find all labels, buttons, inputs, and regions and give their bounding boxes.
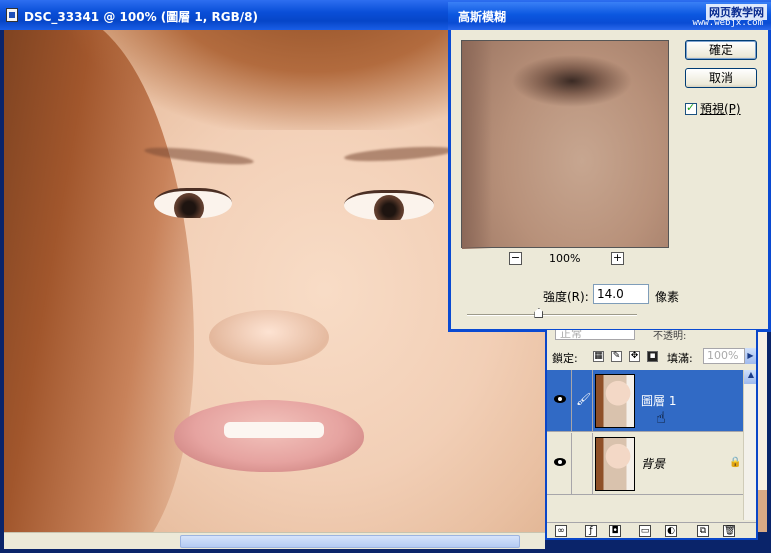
layer-thumbnail bbox=[595, 374, 635, 428]
layer-name: 背景 bbox=[641, 457, 666, 471]
lock-row: 鎖定: ▦ ✎ ✥ ▪ 填滿: 100% ▶ bbox=[547, 346, 756, 368]
layer-link-cell[interactable] bbox=[573, 433, 593, 494]
photo-eye-left bbox=[154, 188, 232, 218]
lock-transparent-icon[interactable]: ▦ bbox=[593, 351, 604, 362]
layer-row[interactable]: 🖌 圖層 1 bbox=[547, 370, 743, 432]
lock-pixels-icon[interactable]: ✎ bbox=[611, 351, 622, 362]
photo-eye-right bbox=[344, 190, 434, 220]
hand-cursor-icon: ☝ bbox=[656, 408, 666, 427]
layer-visibility-toggle[interactable] bbox=[548, 433, 572, 494]
radius-input[interactable]: 14.0 bbox=[593, 284, 649, 304]
eye-icon bbox=[554, 458, 566, 466]
photo-nose bbox=[209, 310, 329, 365]
radius-label: 強度(R): bbox=[543, 290, 589, 304]
lock-position-icon[interactable]: ✥ bbox=[629, 351, 640, 362]
blur-preview[interactable] bbox=[461, 40, 669, 249]
ok-button[interactable]: 確定 bbox=[685, 40, 757, 60]
horizontal-scrollbar[interactable] bbox=[4, 532, 545, 549]
brush-icon: 🖌 bbox=[576, 392, 592, 406]
preview-checkbox[interactable] bbox=[685, 101, 697, 115]
layers-panel: 正常 不透明: 鎖定: ▦ ✎ ✥ ▪ 填滿: 100% ▶ 🖌 圖層 1 背景… bbox=[545, 330, 758, 540]
fill-input[interactable]: 100% bbox=[703, 348, 745, 364]
lock-label: 鎖定: bbox=[552, 352, 578, 365]
layer-name: 圖層 1 bbox=[641, 394, 677, 408]
link-layers-icon[interactable]: ∞ bbox=[555, 525, 567, 537]
lock-all-icon[interactable]: ▪ bbox=[647, 351, 658, 362]
preview-checkbox-row[interactable]: 預視(P) bbox=[685, 100, 741, 117]
opacity-label: 不透明: bbox=[653, 331, 687, 342]
layer-link-cell[interactable]: 🖌 bbox=[573, 370, 593, 431]
layer-row[interactable]: 背景 🔒 bbox=[547, 433, 743, 495]
document-icon bbox=[6, 8, 18, 22]
new-group-icon[interactable]: ▭ bbox=[639, 525, 651, 537]
trash-icon[interactable]: 🗑 bbox=[723, 525, 735, 537]
layer-thumbnail bbox=[595, 437, 635, 491]
layers-footer: ∞ ƒ ◘ ▭ ◐ ⧉ 🗑 bbox=[547, 522, 756, 538]
gaussian-blur-dialog: 高斯模糊 网页教学网 www.webjx.com − 100% + 確定 取消 … bbox=[448, 2, 771, 332]
radius-slider-thumb[interactable] bbox=[534, 308, 544, 318]
layer-style-icon[interactable]: ƒ bbox=[585, 525, 597, 537]
photo-eyebrow-right bbox=[343, 144, 455, 164]
dialog-titlebar[interactable]: 高斯模糊 网页教学网 www.webjx.com bbox=[448, 2, 771, 30]
photo-teeth bbox=[224, 422, 324, 438]
dialog-title: 高斯模糊 bbox=[458, 10, 507, 24]
adjustment-layer-icon[interactable]: ◐ bbox=[665, 525, 677, 537]
layers-scrollbar[interactable]: ▲ bbox=[743, 370, 756, 520]
fill-arrow-icon[interactable]: ▶ bbox=[745, 348, 756, 364]
zoom-out-button[interactable]: − bbox=[509, 252, 522, 265]
watermark-url: www.webjx.com bbox=[692, 18, 763, 28]
layers-blend-row: 正常 不透明: bbox=[547, 330, 756, 344]
scroll-up-icon[interactable]: ▲ bbox=[744, 370, 756, 384]
cancel-button[interactable]: 取消 bbox=[685, 68, 757, 88]
blend-mode-select[interactable]: 正常 bbox=[555, 330, 635, 340]
layer-lock-icon: 🔒 bbox=[729, 457, 742, 468]
fill-label: 填滿: bbox=[667, 352, 693, 365]
preview-checkbox-label: 預視(P) bbox=[700, 102, 741, 116]
radius-slider-track[interactable] bbox=[467, 314, 637, 316]
zoom-level: 100% bbox=[549, 252, 581, 265]
layer-visibility-toggle[interactable] bbox=[548, 370, 572, 431]
eye-icon bbox=[554, 395, 566, 403]
horizontal-scroll-thumb[interactable] bbox=[180, 535, 520, 548]
radius-unit: 像素 bbox=[655, 290, 680, 304]
zoom-in-button[interactable]: + bbox=[611, 252, 624, 265]
new-layer-icon[interactable]: ⧉ bbox=[697, 525, 709, 537]
document-title: DSC_33341 @ 100% (圖層 1, RGB/8) bbox=[24, 10, 258, 24]
layer-mask-icon[interactable]: ◘ bbox=[609, 525, 621, 537]
